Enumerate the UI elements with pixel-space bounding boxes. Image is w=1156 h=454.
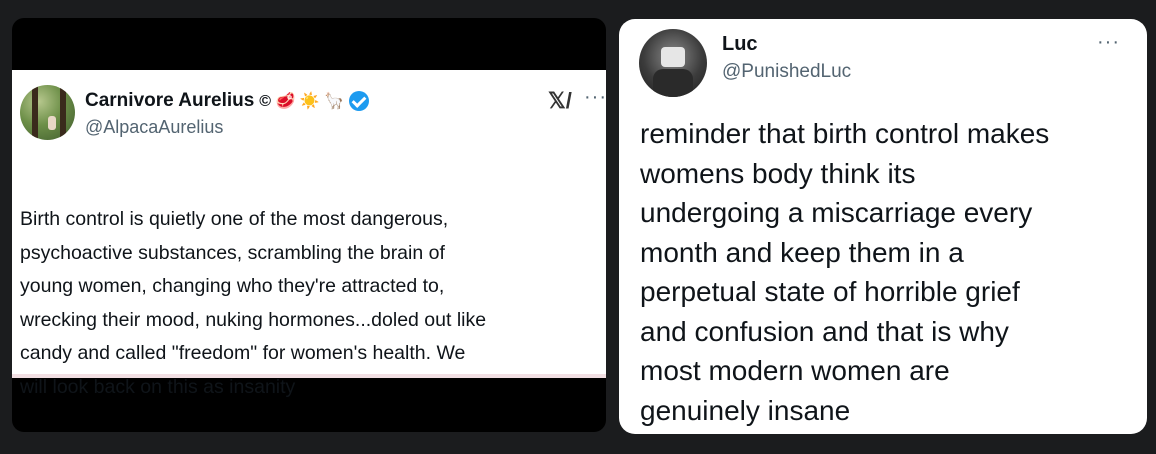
tweet-text-line: perpetual state of horrible grief [640,276,1020,307]
tweet-text-line: candy and called "freedom" for women's h… [20,342,466,364]
more-options-icon[interactable]: ··· [1097,31,1120,54]
divider [12,374,606,378]
author-name[interactable]: Luc [722,33,758,56]
tweet-text-line: psychoactive substances, scrambling the … [20,241,445,264]
tweet-text-line: month and keep them in a [640,236,964,268]
tweet-text-line: undergoing a miscarriage every [640,197,1033,228]
tweet-text-line: womens body think its [640,157,916,189]
tweet-text-line: Birth control is quietly one of the most… [20,208,449,230]
tweet-text-line: most modern women are [640,355,950,386]
avatar[interactable] [639,29,707,97]
tweet-text-line: reminder that birth control makes [640,118,1050,149]
author-handle[interactable]: @PunishedLuc [722,61,851,83]
left-screenshot-panel: Carnivore Aurelius © 🥩 ☀️ 🦙 @AlpacaAurel… [12,18,606,432]
right-tweet-card[interactable]: Luc @PunishedLuc ··· reminder that birth… [619,19,1147,434]
author-name[interactable]: Carnivore Aurelius [85,90,254,112]
tweet-text: reminder that birth control makes womens… [640,114,1145,430]
avatar[interactable] [20,85,75,140]
tweet-text-line: young women, changing who they're attrac… [20,275,445,297]
author-name-row: Carnivore Aurelius © 🥩 ☀️ 🦙 [85,90,370,112]
tweet-text-line: and confusion and that is why [640,315,1009,347]
tweet-text-line: genuinely insane [640,394,851,426]
left-tweet-card[interactable]: Carnivore Aurelius © 🥩 ☀️ 🦙 @AlpacaAurel… [12,70,606,398]
tweet-text-line: wrecking their mood, nuking hormones...d… [20,308,487,331]
author-handle[interactable]: @AlpacaAurelius [85,117,223,138]
verified-badge-icon [349,91,370,111]
name-emojis: © 🥩 ☀️ 🦙 [259,93,345,110]
grok-icon[interactable]: 𝕏/ [548,88,572,114]
more-options-icon[interactable]: ··· [584,86,606,109]
